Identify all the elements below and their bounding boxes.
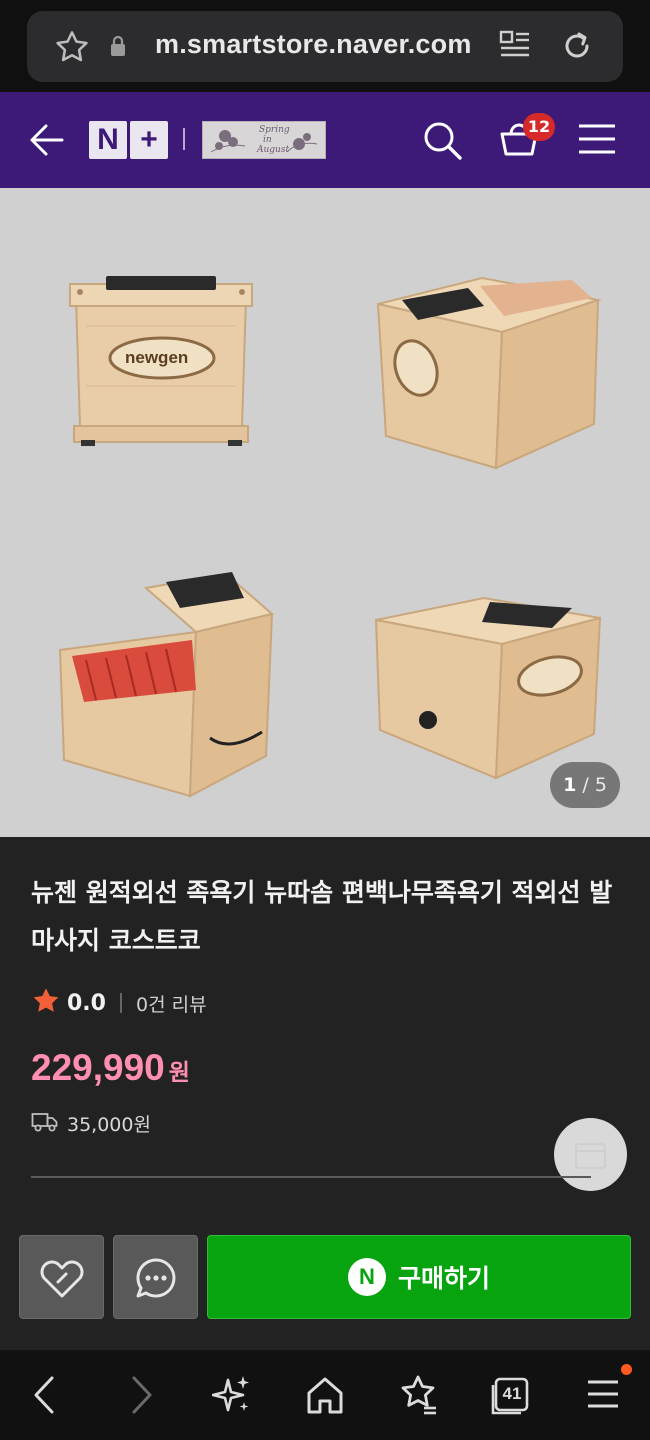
- product-image-gallery[interactable]: newgen 1 / 5: [0, 188, 650, 837]
- back-arrow-icon[interactable]: [26, 120, 66, 164]
- reader-mode-icon[interactable]: [499, 29, 531, 67]
- current-image-index: 1: [563, 774, 577, 796]
- product-photo-side: [374, 596, 602, 780]
- reload-icon[interactable]: [559, 28, 595, 68]
- home-icon[interactable]: [306, 1372, 344, 1422]
- lock-icon: [109, 35, 127, 61]
- floating-calendar-icon: [575, 1143, 606, 1169]
- image-page-counter: 1 / 5: [550, 762, 620, 808]
- chat-inquiry-button[interactable]: [113, 1235, 198, 1319]
- browser-top-bar: m.smartstore.naver.com: [0, 0, 650, 92]
- buy-button[interactable]: N 구매하기: [207, 1235, 631, 1319]
- naver-plus-logo[interactable]: N +: [89, 121, 169, 159]
- store-logo-line: Spring: [259, 125, 290, 135]
- bookmarks-star-icon[interactable]: [398, 1372, 438, 1422]
- browser-menu-icon[interactable]: [586, 1372, 620, 1422]
- cart-count-badge: 12: [523, 113, 555, 141]
- brand-logo-text: newgen: [125, 348, 189, 367]
- tab-count: 41: [502, 1384, 522, 1403]
- search-icon[interactable]: [422, 120, 464, 166]
- tabs-icon[interactable]: 41: [490, 1376, 530, 1416]
- product-photo-open: [58, 572, 275, 798]
- wishlist-button[interactable]: [19, 1235, 104, 1319]
- shipping-row: 35,000원: [31, 1110, 151, 1137]
- price-row: 229,990 원: [31, 1047, 190, 1089]
- header-divider: [183, 128, 185, 150]
- hamburger-menu-icon[interactable]: [577, 122, 617, 160]
- section-divider: [31, 1176, 591, 1178]
- product-title: 뉴젠 원적외선 족욕기 뉴따솜 편백나무족욕기 적외선 발마사지 코스트코: [31, 878, 613, 955]
- store-logo-line: in: [263, 135, 272, 145]
- chat-bubble-icon: [136, 1258, 176, 1298]
- rating-star-icon: [31, 986, 61, 1020]
- store-header: N + Spring in August: [0, 92, 650, 188]
- shipping-fee: 35,000원: [67, 1114, 151, 1136]
- rating-divider: [119, 993, 122, 1013]
- buy-button-label: 구매하기: [397, 1264, 490, 1293]
- url-text[interactable]: m.smartstore.naver.com: [155, 29, 472, 60]
- browser-back-icon[interactable]: [30, 1372, 60, 1422]
- review-count[interactable]: 0건 리뷰: [136, 990, 207, 1017]
- floating-action-button[interactable]: [554, 1118, 627, 1191]
- browser-bottom-nav: 41: [0, 1350, 650, 1440]
- heart-icon: [40, 1260, 84, 1298]
- price-currency: 원: [168, 1060, 190, 1086]
- rating-score: 0.0: [67, 990, 106, 1016]
- naver-pay-n-icon: N: [347, 1258, 386, 1296]
- image-counter-separator: /: [576, 774, 595, 796]
- bookmark-star-icon[interactable]: [53, 28, 91, 70]
- notification-dot: [621, 1364, 632, 1375]
- browser-forward-icon[interactable]: [126, 1372, 156, 1422]
- store-logo[interactable]: Spring in August: [202, 121, 326, 159]
- delivery-truck-icon: [31, 1111, 59, 1137]
- product-photo-angle: [376, 276, 602, 470]
- total-image-count: 5: [594, 774, 607, 796]
- price-value: 229,990: [31, 1047, 165, 1088]
- naver-n-tile: N: [89, 121, 127, 159]
- rating-row[interactable]: 0.0 0건 리뷰: [31, 987, 207, 1019]
- store-logo-line: August: [257, 145, 290, 155]
- plus-tile: +: [130, 121, 168, 159]
- address-bar[interactable]: m.smartstore.naver.com: [27, 11, 623, 82]
- ai-sparkle-icon[interactable]: [211, 1372, 252, 1422]
